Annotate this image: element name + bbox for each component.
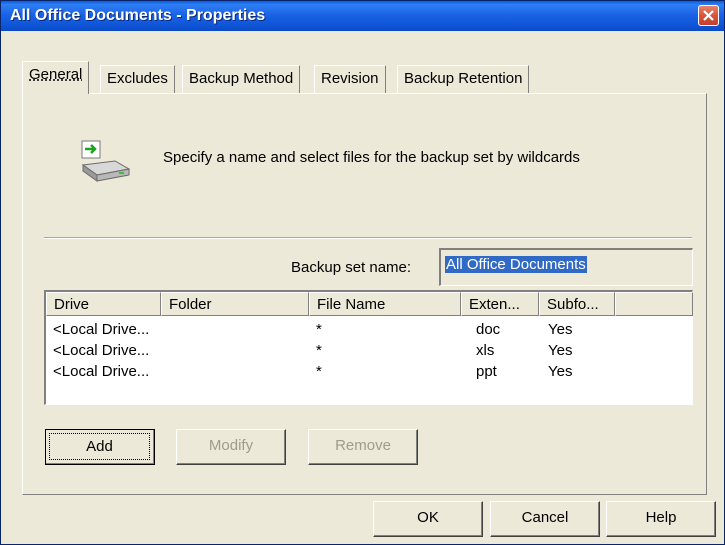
help-button[interactable]: Help [606, 501, 716, 537]
properties-dialog: All Office Documents - Properties Genera… [0, 0, 725, 545]
tab-backup-retention[interactable]: Backup Retention [397, 65, 530, 93]
tab-backup-method[interactable]: Backup Method [182, 65, 301, 93]
modify-button[interactable]: Modify [176, 429, 286, 465]
column-header-drive[interactable]: Drive [46, 292, 161, 316]
column-header-extension[interactable]: Exten... [461, 292, 539, 316]
tab-general[interactable]: General [22, 61, 90, 94]
intro-text: Specify a name and select files for the … [163, 149, 580, 166]
ok-button[interactable]: OK [373, 501, 483, 537]
close-icon [703, 10, 714, 21]
table-row[interactable]: <Local Drive... * ppt Yes [46, 361, 692, 382]
separator [44, 237, 692, 239]
table-row[interactable]: <Local Drive... * doc Yes [46, 319, 692, 340]
backup-set-name-label: Backup set name: [291, 259, 412, 276]
add-button[interactable]: Add [45, 429, 155, 465]
cancel-button[interactable]: Cancel [490, 501, 600, 537]
backup-set-name-value: All Office Documents [445, 256, 587, 273]
tab-revision[interactable]: Revision [314, 65, 386, 93]
column-header-folder[interactable]: Folder [161, 292, 309, 316]
column-header-subfolders[interactable]: Subfo... [539, 292, 615, 316]
table-row[interactable]: <Local Drive... * xls Yes [46, 340, 692, 361]
backup-set-name-field[interactable]: All Office Documents [439, 248, 693, 286]
window-title: All Office Documents - Properties [10, 7, 266, 24]
tab-excludes[interactable]: Excludes [100, 65, 175, 93]
remove-button[interactable]: Remove [308, 429, 418, 465]
column-header-file-name[interactable]: File Name [309, 292, 461, 316]
add-button-label: Add [49, 433, 150, 460]
file-filter-list[interactable]: Drive Folder File Name Exten... Subfo...… [44, 290, 693, 405]
close-button[interactable] [698, 5, 719, 26]
column-header-filler [615, 292, 693, 316]
title-bar[interactable]: All Office Documents - Properties [1, 1, 724, 31]
backup-drive-icon [79, 139, 131, 189]
